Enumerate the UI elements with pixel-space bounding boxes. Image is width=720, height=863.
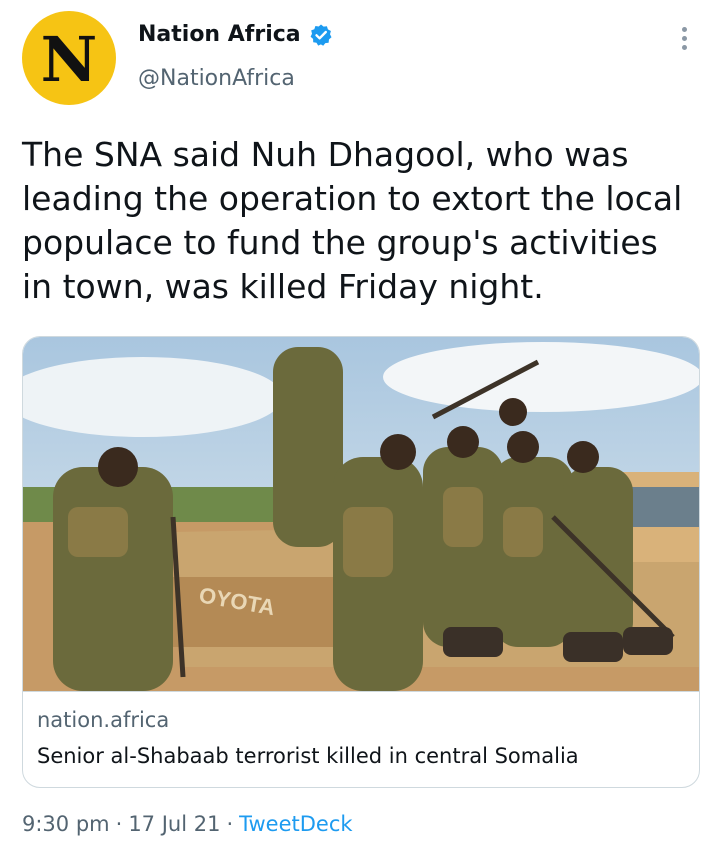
more-options-icon[interactable] bbox=[664, 24, 704, 52]
display-name[interactable]: Nation Africa bbox=[138, 22, 301, 47]
meta-separator: · bbox=[226, 812, 234, 836]
tweet-text: The SNA said Nuh Dhagool, who was leadin… bbox=[22, 135, 683, 306]
user-handle[interactable]: @NationAfrica bbox=[138, 66, 295, 91]
tweet-source[interactable]: TweetDeck bbox=[239, 812, 352, 836]
tweet-meta: 9:30 pm · 17 Jul 21 · TweetDeck bbox=[22, 812, 353, 836]
tweet-time[interactable]: 9:30 pm bbox=[22, 812, 110, 836]
card-meta: nation.africa Senior al-Shabaab terroris… bbox=[23, 691, 699, 787]
card-domain: nation.africa bbox=[37, 708, 170, 732]
meta-separator: · bbox=[115, 812, 123, 836]
avatar-letter: N bbox=[40, 23, 98, 96]
verified-badge-icon bbox=[310, 24, 332, 46]
avatar[interactable]: N bbox=[22, 11, 116, 105]
card-title: Senior al-Shabaab terrorist killed in ce… bbox=[37, 744, 579, 768]
author-name-row: Nation Africa bbox=[138, 22, 333, 47]
card-image: OYOTA bbox=[23, 337, 699, 691]
tweet-date[interactable]: 17 Jul 21 bbox=[128, 812, 220, 836]
link-card[interactable]: OYOTA nation.africa Senior al-Shabaab te… bbox=[22, 336, 700, 788]
